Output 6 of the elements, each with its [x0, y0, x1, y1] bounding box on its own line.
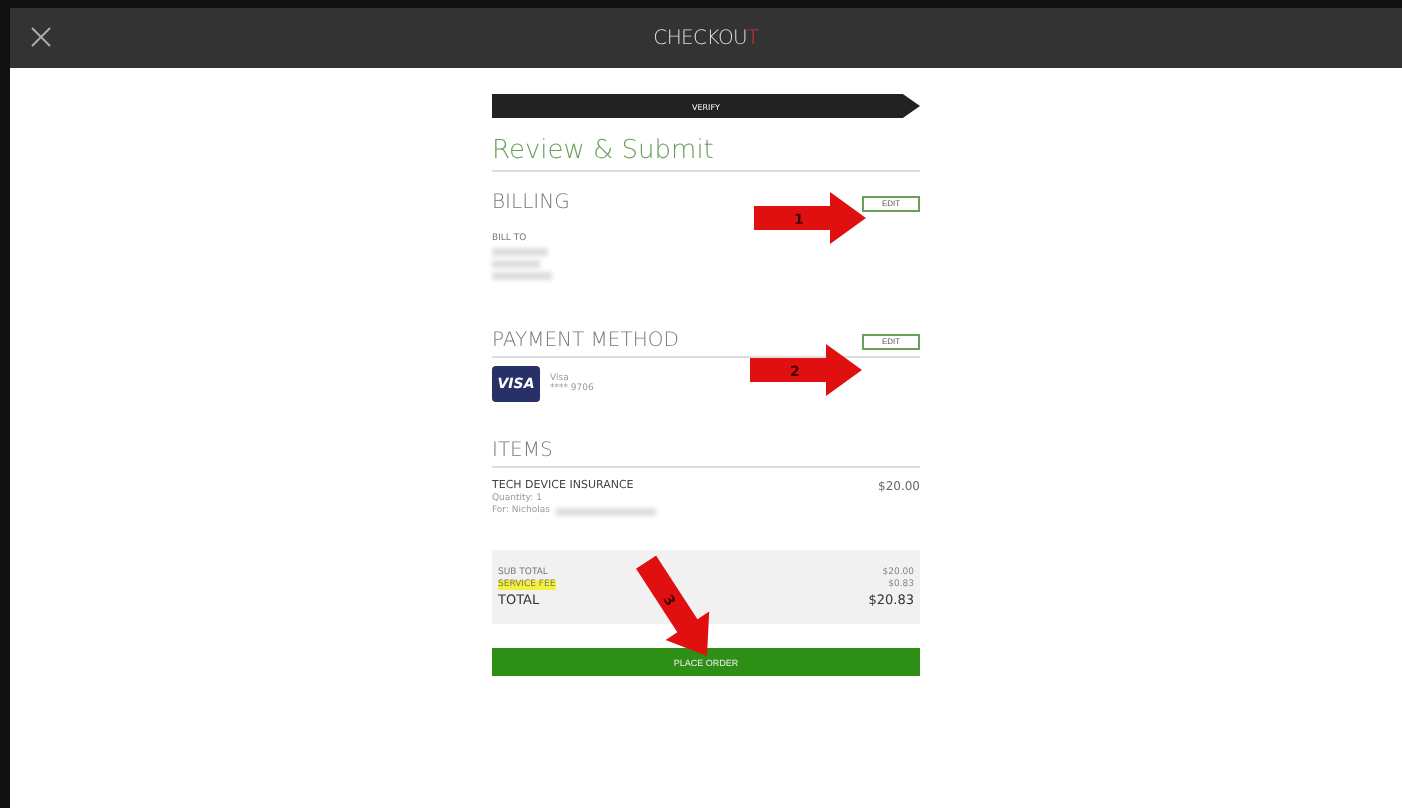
section-title: PAYMENT METHOD: [492, 330, 679, 352]
header-title: CHECKOUT: [653, 27, 759, 49]
section-title: BILLING: [492, 192, 570, 214]
close-icon[interactable]: [30, 26, 52, 48]
page-heading: Review & Submit: [492, 136, 920, 172]
section-title: ITEMS: [492, 440, 553, 462]
